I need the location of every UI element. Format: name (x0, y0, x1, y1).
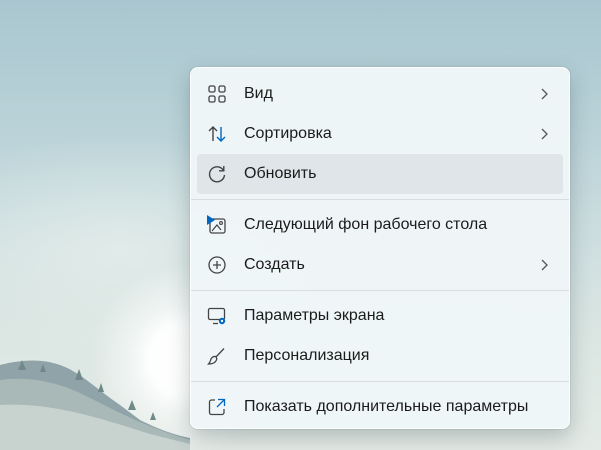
next-wallpaper-icon (207, 215, 227, 235)
menu-item-label: Вид (244, 85, 273, 102)
desktop-context-menu: Вид Сортировка Обновить Следующий фон ра… (190, 67, 570, 429)
chevron-right-icon (541, 88, 548, 100)
menu-item-view[interactable]: Вид (197, 74, 563, 114)
sort-arrows-icon (207, 124, 227, 144)
menu-separator (191, 381, 569, 382)
refresh-icon (207, 164, 227, 184)
menu-item-label: Сортировка (244, 125, 332, 142)
menu-item-label: Обновить (244, 165, 317, 182)
chevron-right-icon (541, 128, 548, 140)
menu-item-personalize[interactable]: Персонализация (197, 336, 563, 376)
personalize-brush-icon (207, 346, 227, 366)
more-options-icon (207, 397, 227, 417)
display-settings-icon (207, 306, 227, 326)
menu-item-refresh[interactable]: Обновить (197, 154, 563, 194)
menu-item-label: Параметры экрана (244, 307, 385, 324)
view-grid-icon (207, 84, 227, 104)
menu-item-new[interactable]: Создать (197, 245, 563, 285)
menu-item-label: Показать дополнительные параметры (244, 398, 529, 415)
menu-item-more-options[interactable]: Показать дополнительные параметры (197, 387, 563, 427)
menu-separator (191, 290, 569, 291)
menu-item-display-settings[interactable]: Параметры экрана (197, 296, 563, 336)
menu-item-label: Следующий фон рабочего стола (244, 216, 488, 233)
menu-separator (191, 199, 569, 200)
new-plus-icon (207, 255, 227, 275)
menu-item-next-background[interactable]: Следующий фон рабочего стола (197, 205, 563, 245)
menu-item-label: Создать (244, 256, 305, 273)
menu-item-label: Персонализация (244, 347, 370, 364)
menu-item-sort[interactable]: Сортировка (197, 114, 563, 154)
chevron-right-icon (541, 259, 548, 271)
